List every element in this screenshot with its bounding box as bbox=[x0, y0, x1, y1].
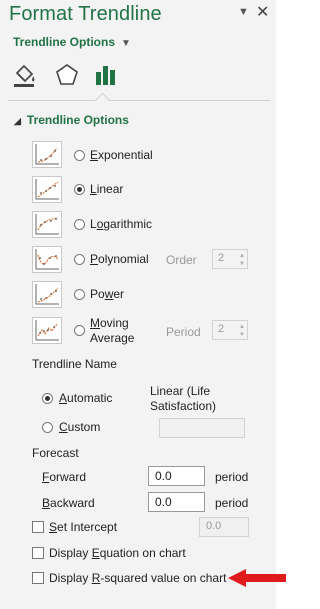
power-label: Power bbox=[90, 287, 125, 301]
backward-input[interactable]: 0.0 bbox=[148, 492, 205, 512]
tab-trendline-options[interactable] bbox=[93, 62, 119, 88]
tab-fill-line[interactable] bbox=[12, 62, 38, 88]
display-equation-label: Display Equation on chart bbox=[49, 546, 186, 560]
set-intercept-input[interactable]: 0.0 bbox=[199, 517, 249, 537]
collapse-triangle-icon: ◢ bbox=[14, 116, 21, 126]
trendline-name-label: Trendline Name bbox=[32, 357, 117, 371]
custom-label: Custom bbox=[59, 420, 101, 434]
polynomial-trend-icon bbox=[32, 246, 62, 273]
linear-radio[interactable] bbox=[74, 184, 85, 195]
pin-dropdown-icon[interactable]: ▼ bbox=[238, 6, 249, 18]
moving-average-radio[interactable] bbox=[74, 325, 85, 336]
linear-trend-icon bbox=[32, 176, 62, 203]
options-dropdown[interactable]: Trendline Options ▼ bbox=[13, 35, 131, 49]
bar-chart-icon bbox=[96, 66, 115, 85]
automatic-label: Automatic bbox=[59, 391, 113, 405]
exponential-radio[interactable] bbox=[74, 150, 85, 161]
exponential-label: Exponential bbox=[90, 148, 153, 162]
period-label: Period bbox=[166, 325, 201, 339]
pane-title: Format Trendline bbox=[9, 3, 162, 25]
automatic-name-radio[interactable] bbox=[42, 393, 53, 404]
exponential-trend-icon bbox=[32, 141, 62, 168]
linear-label: Linear bbox=[90, 182, 124, 196]
chevron-down-icon: ▼ bbox=[121, 38, 131, 49]
display-equation-checkbox[interactable] bbox=[32, 547, 44, 559]
logarithmic-radio[interactable] bbox=[74, 219, 85, 230]
active-tab-indicator bbox=[94, 92, 111, 109]
logarithmic-label: Logarithmic bbox=[90, 217, 153, 231]
pentagon-icon bbox=[56, 64, 78, 85]
logarithmic-trend-icon bbox=[32, 211, 62, 238]
spin-down-icon[interactable]: ▼ bbox=[239, 261, 245, 267]
set-intercept-label: Set Intercept bbox=[49, 520, 118, 534]
moving-average-trend-icon bbox=[32, 317, 62, 344]
spin-up-icon[interactable]: ▲ bbox=[239, 253, 245, 259]
forward-input[interactable]: 0.0 bbox=[148, 466, 205, 486]
custom-name-radio[interactable] bbox=[42, 422, 53, 433]
moving-average-label: Moving Average bbox=[90, 316, 135, 345]
power-trend-icon bbox=[32, 281, 62, 308]
options-dropdown-label: Trendline Options bbox=[13, 35, 116, 49]
power-radio[interactable] bbox=[74, 289, 85, 300]
section-header-trendline-options[interactable]: ◢ Trendline Options bbox=[14, 113, 129, 127]
format-trendline-pane: Format Trendline ▼ ✕ Trendline Options ▼ … bbox=[0, 0, 276, 609]
polynomial-radio[interactable] bbox=[74, 254, 85, 265]
period-value: 2 bbox=[218, 323, 225, 335]
order-label: Order bbox=[166, 253, 197, 267]
close-icon[interactable]: ✕ bbox=[256, 2, 269, 22]
polynomial-label: Polynomial bbox=[90, 252, 149, 266]
red-arrow-annotation-icon bbox=[228, 569, 286, 587]
display-rsquared-label: Display R-squared value on chart bbox=[49, 571, 227, 585]
backward-unit: period bbox=[215, 496, 249, 510]
period-spinner[interactable]: 2 ▲ ▼ bbox=[212, 320, 248, 340]
order-value: 2 bbox=[218, 252, 225, 264]
set-intercept-checkbox[interactable] bbox=[32, 521, 44, 533]
section-header-label: Trendline Options bbox=[26, 113, 129, 127]
paint-bucket-icon bbox=[14, 64, 35, 87]
backward-label: Backward bbox=[42, 496, 95, 510]
spin-up-icon[interactable]: ▲ bbox=[239, 324, 245, 330]
custom-name-input[interactable] bbox=[159, 418, 245, 438]
automatic-name-value: Linear (Life Satisfaction) bbox=[150, 384, 217, 413]
spin-down-icon[interactable]: ▼ bbox=[239, 332, 245, 338]
pane-edge-gutter bbox=[276, 0, 288, 609]
order-spinner[interactable]: 2 ▲ ▼ bbox=[212, 249, 248, 269]
forecast-label: Forecast bbox=[32, 446, 79, 460]
tab-effects[interactable] bbox=[54, 62, 80, 88]
display-rsquared-checkbox[interactable] bbox=[32, 572, 44, 584]
tab-divider bbox=[8, 100, 270, 101]
forward-label: Forward bbox=[42, 470, 87, 484]
forward-unit: period bbox=[215, 470, 249, 484]
